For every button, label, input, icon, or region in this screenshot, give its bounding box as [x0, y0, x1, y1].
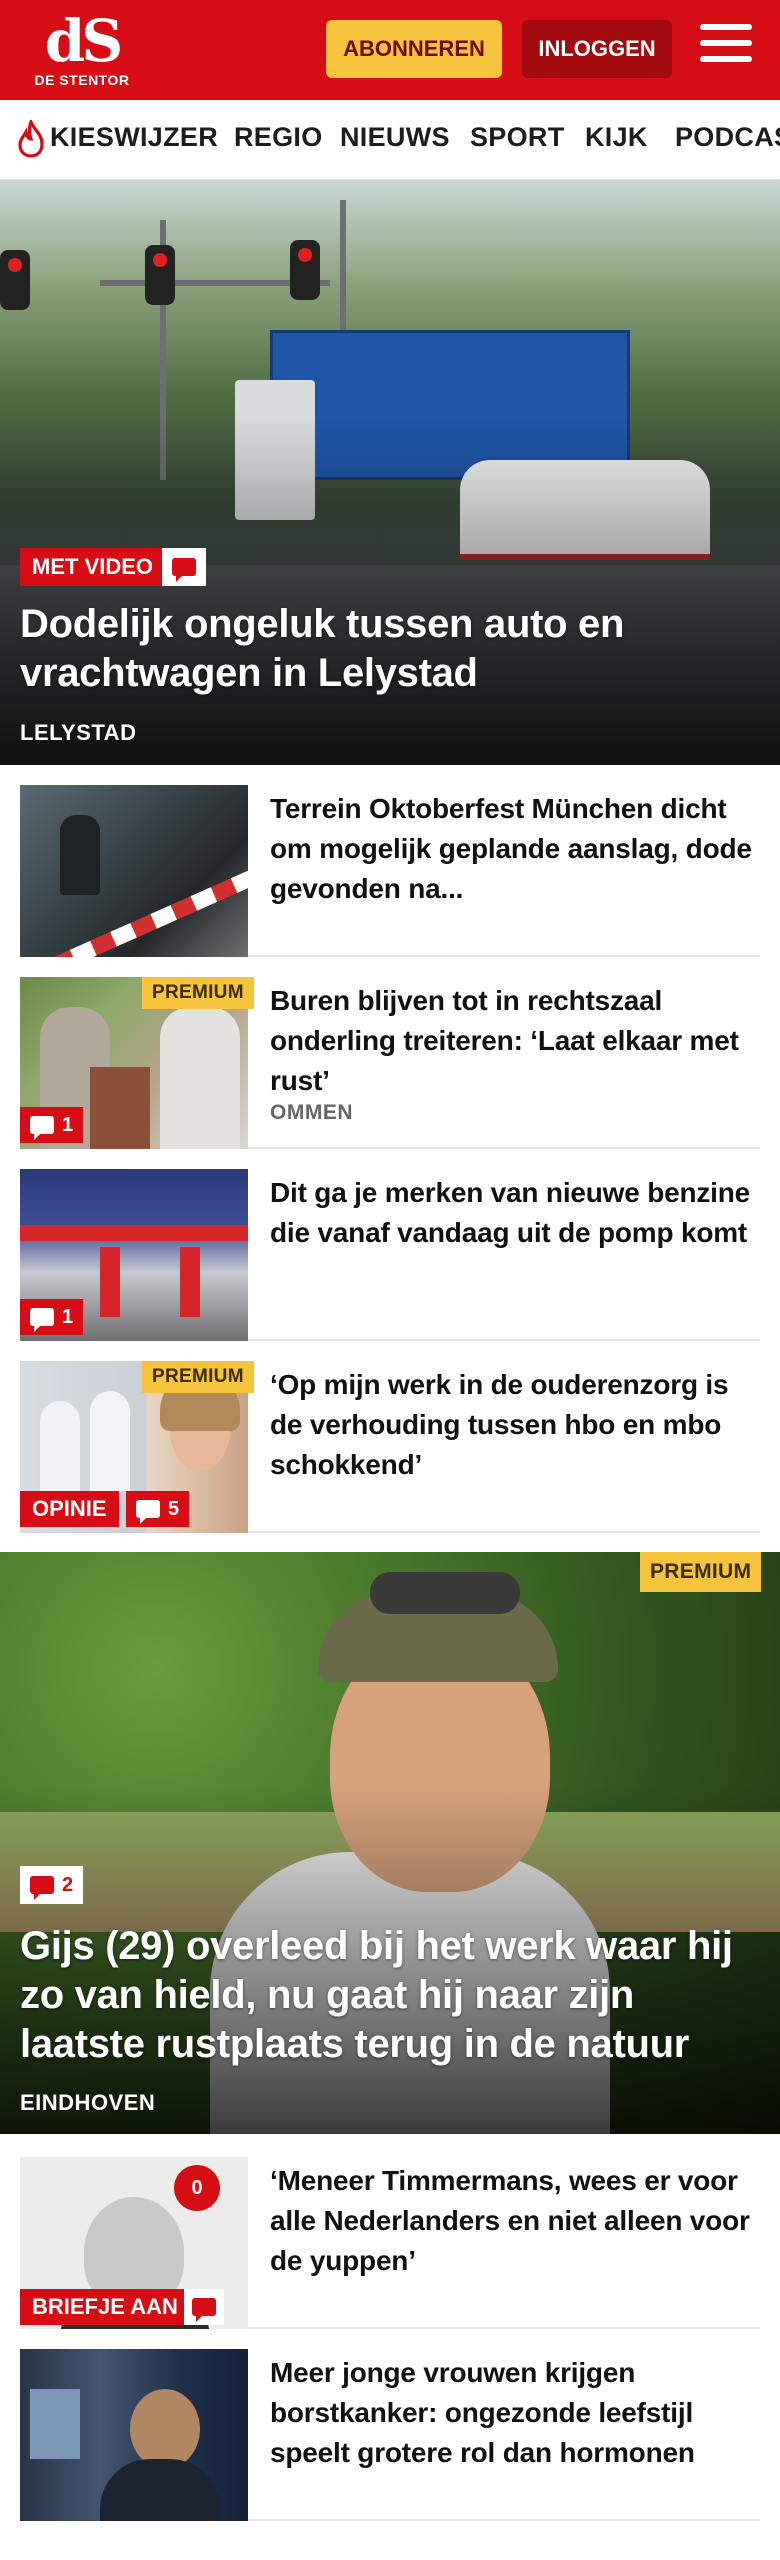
article-title[interactable]: Meer jonge vrouwen krijgen borstkanker: …: [270, 2353, 760, 2473]
logo[interactable]: dS DE STENTOR: [22, 12, 142, 88]
video-badge: MET VIDEO: [20, 548, 166, 586]
comment-count: 1: [20, 1299, 84, 1335]
article-location: OMMEN: [270, 1101, 353, 1124]
list-item[interactable]: PREMIUM 1 Buren blijven tot in rechtszaa…: [20, 977, 760, 1149]
login-button[interactable]: INLOGGEN: [522, 20, 672, 78]
article-title[interactable]: ‘Op mijn werk in de ouderenzorg is de ve…: [270, 1365, 760, 1485]
hero-location: EINDHOVEN: [20, 2090, 156, 2115]
article-thumbnail: [20, 2349, 248, 2521]
nav-item-regio[interactable]: REGIO: [234, 122, 323, 153]
comment-icon-box: [184, 2289, 224, 2325]
premium-badge: PREMIUM: [640, 1552, 762, 1592]
article-thumbnail: [20, 785, 248, 957]
list-item[interactable]: Terrein Oktoberfest München dicht om mog…: [20, 785, 760, 957]
video-comment-icon-box: [162, 548, 206, 586]
list-item[interactable]: PREMIUM OPINIE 5 ‘Op mijn werk in de oud…: [20, 1361, 760, 1533]
premium-badge: PREMIUM: [142, 1361, 254, 1393]
hero-title[interactable]: Gijs (29) overleed bij het werk waar hij…: [20, 1922, 760, 2069]
comment-count: 2: [20, 1866, 84, 1904]
hero-title[interactable]: Dodelijk ongeluk tussen auto en vrachtwa…: [20, 600, 750, 698]
comment-icon: [30, 1116, 54, 1140]
list-item[interactable]: Meer jonge vrouwen krijgen borstkanker: …: [20, 2349, 760, 2521]
premium-badge: PREMIUM: [142, 977, 254, 1009]
comment-count: 1: [20, 1107, 84, 1143]
logo-mark: dS: [44, 7, 123, 75]
letter-label: BRIEFJE AAN: [20, 2289, 190, 2325]
nav-item-nieuws[interactable]: NIEUWS: [340, 122, 450, 153]
article-title[interactable]: Terrein Oktoberfest München dicht om mog…: [270, 789, 760, 909]
article-title[interactable]: Buren blijven tot in rechtszaal onderlin…: [270, 981, 760, 1101]
comment-icon: [172, 558, 196, 582]
nav-item-sport[interactable]: SPORT: [470, 122, 565, 153]
nav-item-podcast[interactable]: PODCAS: [675, 122, 780, 153]
list-item[interactable]: 1 Dit ga je merken van nieuwe benzine di…: [20, 1169, 760, 1341]
comment-icon: [30, 1308, 54, 1332]
hamburger-menu-icon[interactable]: [700, 24, 752, 72]
comment-count: 5: [126, 1491, 190, 1527]
hero-article-lelystad[interactable]: MET VIDEO Dodelijk ongeluk tussen auto e…: [0, 180, 780, 765]
opinion-label: OPINIE: [20, 1491, 119, 1527]
comment-icon: [136, 1500, 160, 1524]
article-title[interactable]: ‘Meneer Timmermans, wees er voor alle Ne…: [270, 2161, 760, 2281]
nav-item-kijk[interactable]: KIJK: [585, 122, 648, 153]
flame-icon: [18, 120, 44, 158]
top-bar: dS DE STENTOR ABONNEREN INLOGGEN: [0, 0, 780, 100]
comment-icon: [192, 2298, 216, 2322]
section-nav: KIESWIJZER REGIO NIEUWS SPORT KIJK PODCA…: [0, 100, 780, 180]
hero-location: LELYSTAD: [20, 720, 137, 745]
comment-icon: [30, 1876, 54, 1900]
nav-item-kieswijzer[interactable]: KIESWIJZER: [50, 122, 218, 153]
logo-subtitle: DE STENTOR: [34, 72, 130, 88]
subscribe-button[interactable]: ABONNEREN: [326, 20, 502, 78]
count-badge: 0: [174, 2165, 220, 2211]
article-title[interactable]: Dit ga je merken van nieuwe benzine die …: [270, 1173, 760, 1253]
hero-article-gijs[interactable]: PREMIUM 2 Gijs (29) overleed bij het wer…: [0, 1552, 780, 2134]
list-item[interactable]: 0 BRIEFJE AAN ‘Meneer Timmermans, wees e…: [20, 2157, 760, 2329]
